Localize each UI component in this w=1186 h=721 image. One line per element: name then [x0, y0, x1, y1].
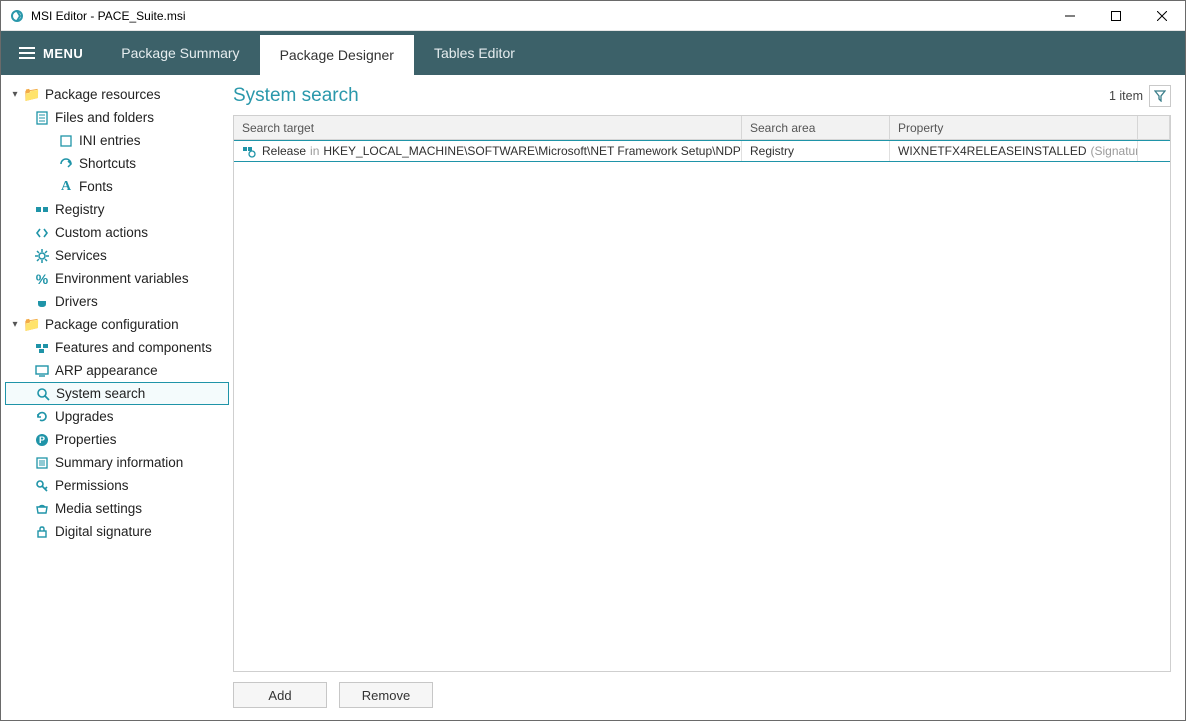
- grid-body[interactable]: Release in HKEY_LOCAL_MACHINE\SOFTWARE\M…: [234, 140, 1170, 671]
- tree-group-package-configuration[interactable]: ▾ 📁 Package configuration: [5, 313, 229, 336]
- column-header-extra[interactable]: [1138, 116, 1170, 139]
- cell-property: WIXNETFX4RELEASEINSTALLED (Signature: Ne…: [890, 141, 1138, 161]
- tree-item-custom-actions[interactable]: Custom actions: [5, 221, 229, 244]
- window-controls: [1047, 1, 1185, 31]
- tab-tables-editor[interactable]: Tables Editor: [414, 31, 535, 75]
- monitor-icon: [33, 364, 51, 378]
- tree-item-shortcuts[interactable]: Shortcuts: [5, 152, 229, 175]
- tree-item-environment-variables[interactable]: % Environment variables: [5, 267, 229, 290]
- refresh-icon: [33, 410, 51, 424]
- percent-icon: %: [33, 271, 51, 287]
- window-title: MSI Editor - PACE_Suite.msi: [31, 9, 186, 23]
- body: ▾ 📁 Package resources Files and folders …: [1, 75, 1185, 720]
- tree-item-system-search[interactable]: System search: [5, 382, 229, 405]
- caret-down-icon: ▾: [9, 319, 21, 330]
- gear-icon: [33, 249, 51, 263]
- tree-item-upgrades[interactable]: Upgrades: [5, 405, 229, 428]
- tree-item-registry[interactable]: Registry: [5, 198, 229, 221]
- tab-package-designer[interactable]: Package Designer: [260, 35, 414, 75]
- maximize-button[interactable]: [1093, 1, 1139, 31]
- caret-down-icon: ▾: [9, 89, 21, 100]
- key-icon: [33, 479, 51, 493]
- tree-group-package-resources[interactable]: ▾ 📁 Package resources: [5, 83, 229, 106]
- document-icon: [33, 111, 51, 125]
- titlebar: MSI Editor - PACE_Suite.msi: [1, 1, 1185, 31]
- folder-icon: 📁: [23, 316, 41, 333]
- footer-actions: Add Remove: [233, 672, 1171, 708]
- column-header-property[interactable]: Property: [890, 116, 1138, 139]
- grid-row[interactable]: Release in HKEY_LOCAL_MACHINE\SOFTWARE\M…: [234, 140, 1170, 162]
- filter-icon: [1154, 90, 1166, 102]
- info-icon: [33, 456, 51, 470]
- menu-label: MENU: [43, 46, 83, 61]
- registry-icon: [33, 203, 51, 217]
- filter-button[interactable]: [1149, 85, 1171, 107]
- media-icon: [33, 502, 51, 516]
- content-header: System search 1 item: [233, 81, 1171, 111]
- sidebar-tree[interactable]: ▾ 📁 Package resources Files and folders …: [1, 75, 233, 720]
- hamburger-icon: [19, 47, 35, 59]
- tree-item-arp-appearance[interactable]: ARP appearance: [5, 359, 229, 382]
- tree-item-permissions[interactable]: Permissions: [5, 474, 229, 497]
- menu-button[interactable]: MENU: [1, 31, 101, 75]
- menubar: MENU Package Summary Package Designer Ta…: [1, 31, 1185, 75]
- tab-package-summary[interactable]: Package Summary: [101, 31, 259, 75]
- folder-icon: 📁: [23, 86, 41, 103]
- column-header-search-target[interactable]: Search target: [234, 116, 742, 139]
- tree-item-media-settings[interactable]: Media settings: [5, 497, 229, 520]
- code-icon: [33, 226, 51, 240]
- app-window: MSI Editor - PACE_Suite.msi MENU Package…: [0, 0, 1186, 721]
- properties-icon: P: [33, 433, 51, 447]
- tree-item-properties[interactable]: P Properties: [5, 428, 229, 451]
- main-content: System search 1 item Search target Searc…: [233, 75, 1185, 720]
- components-icon: [33, 341, 51, 355]
- page-title: System search: [233, 85, 359, 107]
- tree-item-summary-information[interactable]: Summary information: [5, 451, 229, 474]
- ini-icon: [57, 134, 75, 148]
- tree-item-files-and-folders[interactable]: Files and folders: [5, 106, 229, 129]
- item-count: 1 item: [1109, 89, 1143, 103]
- remove-button[interactable]: Remove: [339, 682, 433, 708]
- font-icon: A: [57, 179, 75, 195]
- tree-item-ini-entries[interactable]: INI entries: [5, 129, 229, 152]
- main-tabs: Package Summary Package Designer Tables …: [101, 31, 535, 75]
- close-button[interactable]: [1139, 1, 1185, 31]
- search-grid: Search target Search area Property Relea…: [233, 115, 1171, 672]
- column-header-search-area[interactable]: Search area: [742, 116, 890, 139]
- cell-extra: [1138, 141, 1170, 161]
- cell-search-area: Registry: [742, 141, 890, 161]
- minimize-button[interactable]: [1047, 1, 1093, 31]
- add-button[interactable]: Add: [233, 682, 327, 708]
- tree-item-fonts[interactable]: A Fonts: [5, 175, 229, 198]
- search-icon: [34, 387, 52, 401]
- lock-icon: [33, 525, 51, 539]
- cell-search-target: Release in HKEY_LOCAL_MACHINE\SOFTWARE\M…: [234, 141, 742, 161]
- app-icon: [9, 8, 25, 24]
- tree-item-services[interactable]: Services: [5, 244, 229, 267]
- svg-text:P: P: [39, 435, 45, 445]
- tree-item-drivers[interactable]: Drivers: [5, 290, 229, 313]
- shortcut-icon: [57, 157, 75, 171]
- tree-item-digital-signature[interactable]: Digital signature: [5, 520, 229, 543]
- plug-icon: [33, 295, 51, 309]
- grid-header: Search target Search area Property: [234, 116, 1170, 140]
- tree-item-features-and-components[interactable]: Features and components: [5, 336, 229, 359]
- registry-search-icon: [242, 144, 258, 158]
